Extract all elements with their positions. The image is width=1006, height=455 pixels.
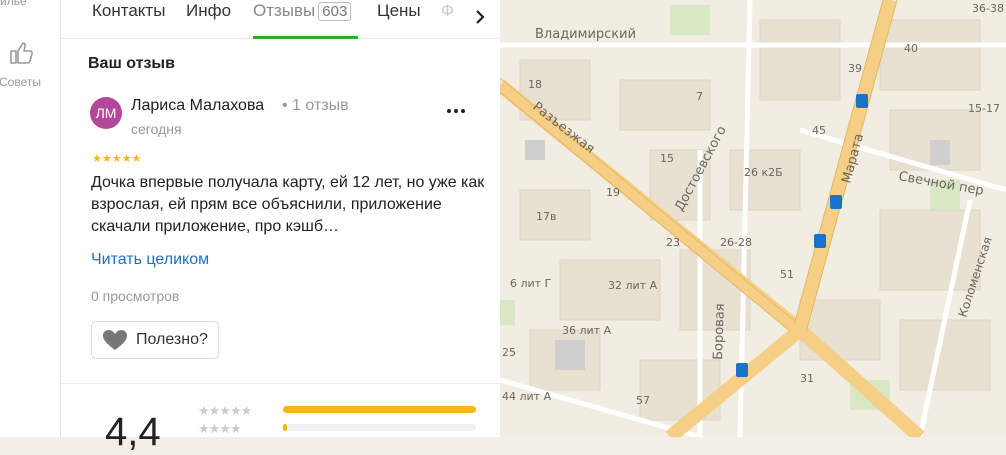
map-label: 40: [904, 42, 918, 55]
section-divider: [61, 383, 500, 384]
map-label: 36-38: [972, 2, 1004, 15]
rating-row-5[interactable]: ★★★★★: [198, 402, 476, 420]
map-label: 15-17: [968, 102, 1000, 115]
avatar[interactable]: ЛМ: [90, 97, 122, 129]
rating-row-fill: [283, 424, 287, 431]
your-review-heading: Ваш отзыв: [88, 55, 175, 72]
tab-info[interactable]: Инфо: [186, 0, 231, 38]
active-tab-indicator: [253, 36, 358, 39]
map-label: 23: [666, 236, 680, 249]
tab-reviews-label: Отзывы: [253, 1, 316, 20]
heart-icon: [103, 330, 127, 350]
left-rail: илье Советы: [0, 0, 61, 437]
more-dots-icon: [447, 109, 465, 113]
rail-top-label: илье: [0, 0, 27, 8]
map-view[interactable]: Владимирский Разъезжая Достоевского Мара…: [500, 0, 1006, 437]
review-text: Дочка впервые получала карту, ей 12 лет,…: [91, 174, 485, 235]
map-label: 26 к2Б: [744, 166, 783, 179]
rating-row-4[interactable]: ★★★★: [198, 420, 476, 438]
map-label: 57: [636, 394, 650, 407]
review-star-rating: ★★★★★: [92, 153, 142, 165]
rating-row-bar: [283, 406, 476, 413]
tab-reviews[interactable]: Отзывы 603: [253, 0, 352, 38]
map-label: 39: [848, 62, 862, 75]
tab-next-partial[interactable]: Ф: [441, 0, 454, 38]
organization-panel: Контакты Инфо Отзывы 603 Цены Ф Ваш отзыв…: [61, 0, 501, 454]
helpful-button[interactable]: Полезно?: [91, 321, 219, 359]
map-label: 26-28: [720, 236, 752, 249]
tab-prices[interactable]: Цены: [377, 0, 421, 38]
overall-rating: 4,4: [105, 410, 161, 454]
chevron-right-icon: [476, 10, 485, 24]
tab-bar: Контакты Инфо Отзывы 603 Цены Ф: [61, 0, 500, 39]
map-label: 18: [528, 78, 542, 91]
map-label: 45: [812, 124, 826, 137]
map-label: 17в: [536, 210, 556, 223]
tab-contacts[interactable]: Контакты: [92, 0, 165, 38]
thumbs-up-icon: [10, 42, 33, 64]
helpful-label: Полезно?: [136, 331, 208, 348]
map-label: 15: [660, 152, 674, 165]
map-label: 36 лит А: [562, 324, 612, 337]
map-canvas[interactable]: Владимирский Разъезжая Достоевского Мара…: [500, 0, 1006, 437]
map-label: Боровая: [711, 303, 728, 360]
rating-row-bar: [283, 424, 476, 431]
rating-row-stars: ★★★★★: [198, 403, 252, 418]
review-date: сегодня: [131, 121, 182, 137]
map-label: Владимирский: [535, 27, 636, 42]
tips-label: Советы: [0, 75, 41, 89]
read-more-link[interactable]: Читать целиком: [91, 251, 209, 269]
rating-row-stars: ★★★★: [198, 421, 242, 436]
views-count: 0 просмотров: [91, 288, 180, 304]
map-label: 31: [800, 372, 814, 385]
author-name[interactable]: Лариса Малахова: [131, 97, 264, 115]
map-label: 19: [606, 186, 620, 199]
review-menu-button[interactable]: [444, 97, 468, 121]
tabs-scroll-right-button[interactable]: [465, 0, 495, 34]
map-label: 51: [780, 268, 794, 281]
author-review-count: • 1 отзыв: [282, 97, 349, 114]
map-label: 25: [502, 346, 516, 359]
tips-button[interactable]: Советы: [0, 40, 60, 89]
map-label: 32 лит А: [608, 279, 658, 292]
map-label: 7: [696, 90, 703, 103]
rating-row-fill: [283, 406, 476, 413]
map-label: 44 лит А: [502, 390, 552, 403]
reviews-count-badge: 603: [318, 2, 352, 21]
map-label: 6 лит Г: [510, 277, 552, 290]
